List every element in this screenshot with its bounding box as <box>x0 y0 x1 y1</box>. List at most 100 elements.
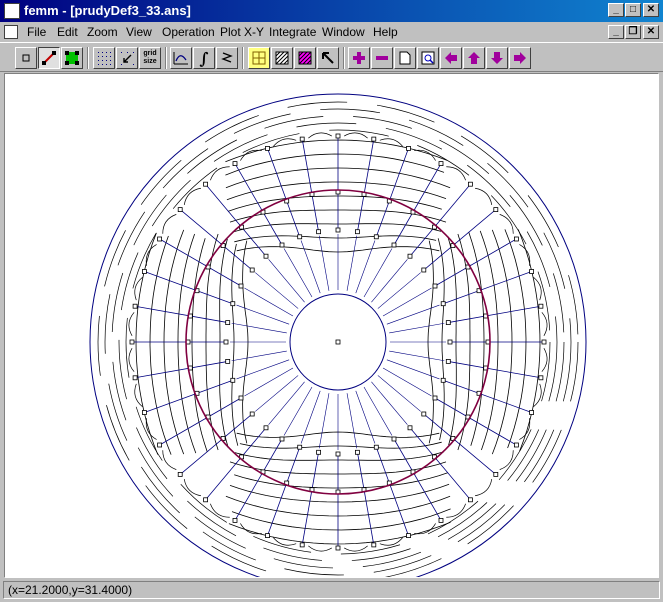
document-icon[interactable] <box>4 25 18 39</box>
select-arrow-icon <box>322 52 334 64</box>
mesh-node <box>225 320 231 326</box>
hatch-icon <box>275 51 289 65</box>
slot-outline <box>475 479 493 497</box>
select-region-button[interactable] <box>248 47 270 69</box>
mesh-node <box>299 542 305 548</box>
mesh-node <box>223 339 229 345</box>
flux-line <box>149 235 172 455</box>
rotor-slot-line <box>236 359 290 380</box>
drawing-canvas[interactable] <box>4 73 659 578</box>
slot-outline <box>475 187 493 205</box>
rotor-slot-line <box>377 375 421 412</box>
mesh-node <box>249 267 255 273</box>
mesh-node <box>279 436 285 442</box>
rotor-slot-line <box>382 367 432 397</box>
mesh-node <box>513 236 519 242</box>
doc-minimize-button[interactable]: _ <box>608 25 624 39</box>
rotor-slot-line <box>386 359 440 380</box>
mesh-node <box>445 320 451 326</box>
stator-slot-line <box>357 452 375 545</box>
mesh-node <box>406 533 411 539</box>
mesh-node <box>232 161 238 166</box>
stator-slot-line <box>448 305 541 323</box>
menu-zoom[interactable]: Zoom <box>87 25 118 39</box>
mesh-node <box>513 442 519 448</box>
snap-grid-button[interactable] <box>116 47 138 69</box>
stator-slot-line <box>301 452 319 545</box>
minimize-button[interactable]: _ <box>608 3 624 17</box>
pan-right-button[interactable] <box>509 47 531 69</box>
menu-operation[interactable]: Operation <box>162 25 215 39</box>
stress-tensor-button[interactable] <box>216 47 238 69</box>
integral-button[interactable]: ∫ <box>193 47 215 69</box>
slot-outline <box>344 132 368 139</box>
mesh-node <box>440 301 446 307</box>
stator-slot-line <box>375 148 409 237</box>
mesh-node <box>438 161 444 166</box>
mesh-node <box>371 542 377 548</box>
stator-slot-line <box>443 379 532 413</box>
rotor-slot-line <box>318 235 330 291</box>
density-plot-button[interactable] <box>294 47 316 69</box>
window-title: femm - [prudyDef3_33.ans] <box>24 3 191 18</box>
menu-help[interactable]: Help <box>373 25 398 39</box>
mesh-node <box>541 339 547 345</box>
rotor-slot-line <box>371 381 408 425</box>
slot-outline <box>134 383 143 407</box>
stator-slot-line <box>135 305 228 323</box>
rotor-slot-line <box>377 272 421 309</box>
mesh-node <box>467 181 473 187</box>
slot-outline <box>379 537 403 546</box>
pan-left-button[interactable] <box>440 47 462 69</box>
mesh-node <box>230 377 236 383</box>
rotor-slot-line <box>244 287 294 317</box>
mesh-node <box>529 269 534 274</box>
point-mode-button[interactable] <box>15 47 37 69</box>
rotor-slot-line <box>283 248 313 298</box>
show-grid-button[interactable] <box>93 47 115 69</box>
rotor-slot-line <box>300 390 321 444</box>
femm-app-icon[interactable] <box>4 3 20 19</box>
motor-cross-section[interactable] <box>5 74 658 577</box>
block-mode-button[interactable] <box>61 47 83 69</box>
rotor-slot-line <box>231 350 287 362</box>
point-mode-icon <box>22 54 30 62</box>
mesh-node <box>225 358 231 364</box>
zoom-natural-button[interactable] <box>394 47 416 69</box>
menu-edit[interactable]: Edit <box>57 25 78 39</box>
menu-view[interactable]: View <box>126 25 152 39</box>
mesh-node <box>238 395 244 401</box>
mesh-node <box>421 267 427 273</box>
slot-outline <box>210 166 230 181</box>
menu-integrate[interactable]: Integrate <box>269 25 316 39</box>
mesh-node <box>129 339 135 345</box>
grid-size-button[interactable]: grid size <box>139 47 161 69</box>
doc-close-button[interactable]: ✕ <box>643 25 659 39</box>
rotor-slot-line <box>371 259 408 303</box>
slot-outline <box>446 503 466 518</box>
slot-outline <box>183 479 201 497</box>
zoom-out-button[interactable] <box>371 47 393 69</box>
mesh-node <box>203 497 209 503</box>
block-mode-icon <box>65 51 79 65</box>
close-button[interactable]: ✕ <box>643 3 659 17</box>
menu-file[interactable]: File <box>27 25 46 39</box>
pan-up-button[interactable] <box>463 47 485 69</box>
zoom-window-button[interactable] <box>417 47 439 69</box>
doc-restore-button[interactable]: ❐ <box>625 25 641 39</box>
mesh-node <box>263 425 269 431</box>
contour-plot-button[interactable] <box>170 47 192 69</box>
rotor-slot-line <box>363 386 393 436</box>
pan-down-button[interactable] <box>486 47 508 69</box>
menu-plot-xy[interactable]: Plot X-Y <box>220 25 264 39</box>
zoom-in-button[interactable] <box>348 47 370 69</box>
maximize-button[interactable]: □ <box>625 3 641 17</box>
hatch-button[interactable] <box>271 47 293 69</box>
menu-window[interactable]: Window <box>322 25 365 39</box>
segment-mode-button[interactable] <box>38 47 60 69</box>
mesh-node <box>177 207 183 213</box>
flux-line <box>225 139 448 163</box>
select-arrow-button[interactable] <box>317 47 339 69</box>
mesh-node <box>132 303 138 309</box>
mesh-node <box>157 442 163 448</box>
